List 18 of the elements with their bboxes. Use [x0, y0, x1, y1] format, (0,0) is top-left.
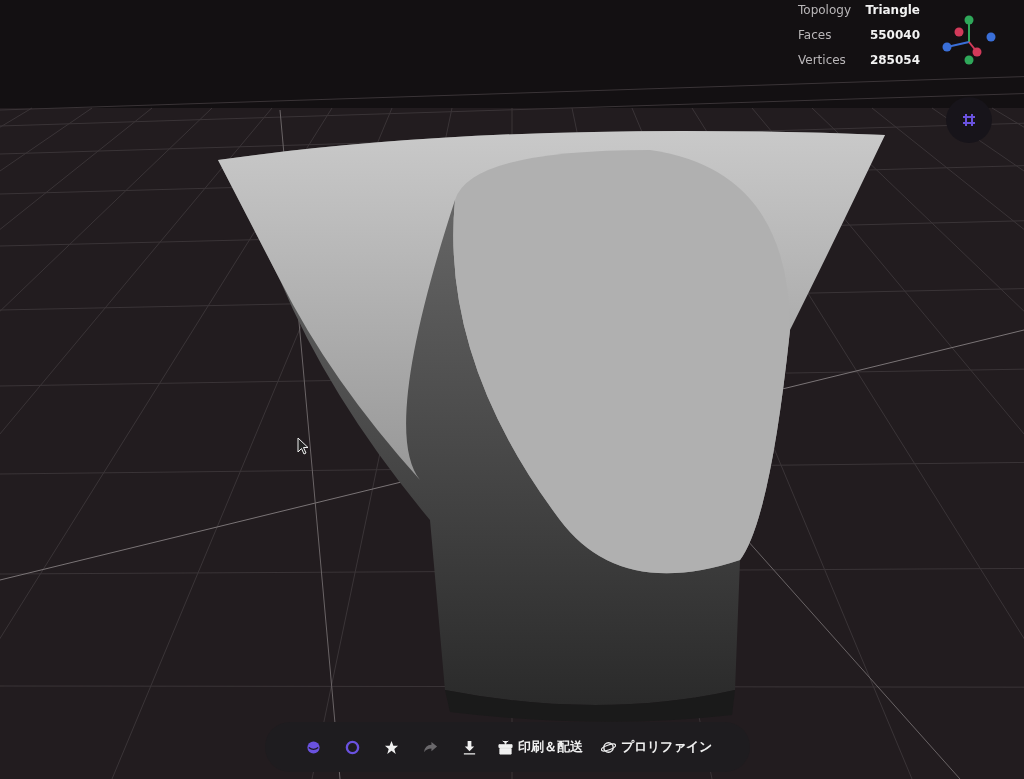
mouse-pointer-icon [297, 437, 309, 455]
star-icon [384, 739, 399, 755]
sphere-outline-icon [345, 739, 360, 755]
sphere-shaded-icon [306, 739, 321, 755]
download-icon [462, 739, 477, 755]
share-arrow-icon [423, 739, 438, 755]
stat-label: Faces [798, 28, 832, 42]
stat-label: Topology [798, 3, 851, 17]
stat-label: Vertices [798, 53, 846, 67]
axis-gizmo-icon[interactable] [941, 14, 997, 66]
planet-icon [601, 739, 616, 755]
toolbar-button[interactable]: 印刷＆配送 [492, 732, 589, 762]
gift-icon [498, 739, 513, 755]
stat-value: Triangle [865, 3, 920, 17]
grid-icon [962, 113, 976, 127]
stat-value: 550040 [869, 28, 920, 42]
stat-value: 285054 [869, 53, 920, 67]
toolbar-button[interactable]: プロリファイン [595, 732, 718, 762]
